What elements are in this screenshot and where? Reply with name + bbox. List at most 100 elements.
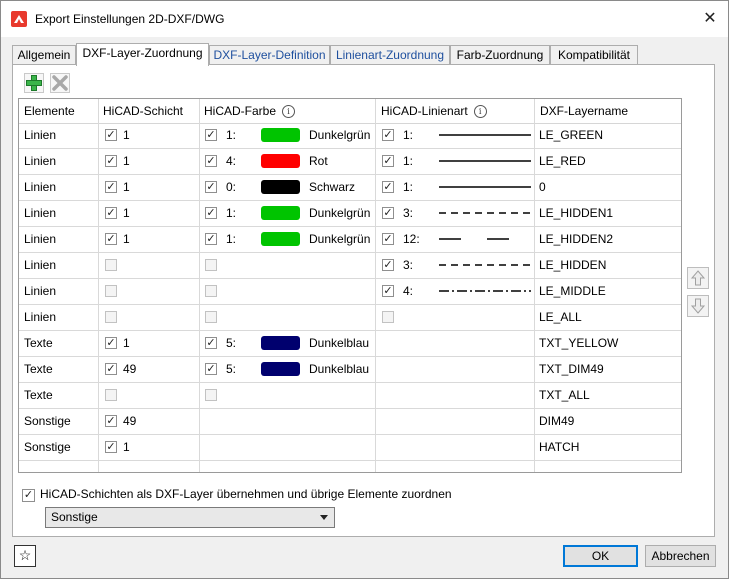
cancel-button[interactable]: Abbrechen — [645, 545, 716, 567]
table-row[interactable]: Linien ✓ 1 ✓ 1: Dunkelgrün ✓ 1: LE_GREEN — [19, 123, 681, 149]
header-hicad-linienart[interactable]: HiCAD-Linienart i — [376, 99, 487, 123]
linetype-checkbox[interactable]: ✓ — [382, 259, 394, 271]
linetype-number: 3: — [403, 258, 414, 272]
element-assignment-select[interactable]: Sonstige — [45, 507, 335, 528]
table-row[interactable]: Linien ✓ 1 ✓ 1: Dunkelgrün ✓ 12: LE_HIDDEN2 — [19, 227, 681, 253]
dxf-layer-name[interactable]: TXT_DIM49 — [539, 357, 604, 382]
header-elemente[interactable]: Elemente — [19, 99, 75, 123]
dxf-layer-name[interactable]: 0 — [539, 175, 546, 200]
dxf-layer-name[interactable]: LE_ALL — [539, 305, 582, 330]
layer-number: 1 — [123, 206, 130, 220]
dxf-layer-name[interactable]: LE_HIDDEN — [539, 253, 606, 278]
linetype-number: 1: — [403, 180, 414, 194]
layer-checkbox[interactable]: ✓ — [105, 415, 117, 427]
add-row-button[interactable] — [24, 73, 44, 93]
header-dxf-layername[interactable]: DXF-Layername — [535, 99, 628, 123]
delete-row-button[interactable] — [50, 73, 70, 93]
linetype-preview — [439, 160, 531, 162]
layer-checkbox[interactable] — [105, 285, 117, 297]
assign-layers-label: HiCAD-Schichten als DXF-Layer übernehmen… — [40, 487, 452, 501]
layer-checkbox[interactable]: ✓ — [105, 207, 117, 219]
color-name: Dunkelgrün — [309, 232, 371, 246]
dxf-layer-name[interactable]: LE_GREEN — [539, 123, 603, 148]
color-checkbox[interactable]: ✓ — [205, 233, 217, 245]
layer-checkbox[interactable] — [105, 389, 117, 401]
layer-checkbox[interactable]: ✓ — [105, 129, 117, 141]
close-icon[interactable]: ✕ — [699, 9, 721, 31]
tab-dxf-layer-zuordnung[interactable]: DXF-Layer-Zuordnung — [76, 43, 209, 66]
linetype-checkbox[interactable]: ✓ — [382, 181, 394, 193]
tab-linienart-zuordnung[interactable]: Linienart-Zuordnung — [330, 45, 450, 64]
linetype-checkbox[interactable]: ✓ — [382, 129, 394, 141]
dxf-layer-name[interactable]: LE_HIDDEN1 — [539, 201, 613, 226]
color-checkbox[interactable]: ✓ — [205, 337, 217, 349]
table-row[interactable]: Sonstige ✓ 49 DIM49 — [19, 409, 681, 435]
layer-checkbox[interactable] — [105, 311, 117, 323]
color-checkbox[interactable]: ✓ — [205, 129, 217, 141]
element-type-cell: Linien — [24, 310, 57, 324]
dxf-layer-name[interactable]: LE_RED — [539, 149, 586, 174]
move-up-button[interactable] — [687, 267, 709, 289]
layer-checkbox[interactable]: ✓ — [105, 363, 117, 375]
color-number: 5: — [226, 336, 237, 350]
dxf-layer-name[interactable]: DIM49 — [539, 409, 574, 434]
dxf-layer-name[interactable]: HATCH — [539, 435, 579, 460]
header-hicad-farbe[interactable]: HiCAD-Farbe i — [199, 99, 296, 123]
table-row[interactable]: Linien LE_ALL — [19, 305, 681, 331]
tab-dxf-layer-definition[interactable]: DXF-Layer-Definition — [209, 45, 330, 64]
linetype-checkbox[interactable] — [382, 311, 394, 323]
color-checkbox[interactable] — [205, 259, 217, 271]
info-icon[interactable]: i — [473, 105, 487, 119]
color-number: 0: — [226, 180, 237, 194]
linetype-checkbox[interactable]: ✓ — [382, 285, 394, 297]
favorites-button[interactable]: ☆ — [14, 545, 36, 567]
header-hicad-schicht[interactable]: HiCAD-Schicht — [98, 99, 183, 123]
table-row[interactable]: Linien ✓ 1 ✓ 0: Schwarz ✓ 1: 0 — [19, 175, 681, 201]
table-row[interactable]: Linien ✓ 1 ✓ 4: Rot ✓ 1: LE_RED — [19, 149, 681, 175]
table-row[interactable]: Texte ✓ 1 ✓ 5: Dunkelblau TXT_YELLOW — [19, 331, 681, 357]
layer-checkbox[interactable]: ✓ — [105, 233, 117, 245]
table-row[interactable]: Sonstige ✓ 1 HATCH — [19, 435, 681, 461]
linetype-checkbox[interactable]: ✓ — [382, 155, 394, 167]
layer-checkbox[interactable]: ✓ — [105, 181, 117, 193]
table-row[interactable]: Linien ✓ 4: LE_MIDDLE — [19, 279, 681, 305]
color-checkbox[interactable] — [205, 311, 217, 323]
tab-allgemein[interactable]: Allgemein — [12, 45, 76, 64]
color-swatch — [261, 232, 300, 246]
layer-checkbox[interactable]: ✓ — [105, 155, 117, 167]
title-bar: Export Einstellungen 2D-DXF/DWG ✕ — [1, 1, 728, 37]
layer-checkbox[interactable] — [105, 259, 117, 271]
color-checkbox[interactable]: ✓ — [205, 363, 217, 375]
color-name: Dunkelgrün — [309, 206, 371, 220]
dxf-layer-name[interactable]: TXT_YELLOW — [539, 331, 618, 356]
layer-checkbox[interactable]: ✓ — [105, 441, 117, 453]
ok-button[interactable]: OK — [563, 545, 638, 567]
color-checkbox[interactable]: ✓ — [205, 207, 217, 219]
color-checkbox[interactable]: ✓ — [205, 181, 217, 193]
color-swatch — [261, 206, 300, 220]
plus-icon — [26, 75, 42, 91]
element-type-cell: Texte — [24, 362, 53, 376]
color-swatch — [261, 336, 300, 350]
star-icon: ☆ — [18, 547, 32, 563]
linetype-checkbox[interactable]: ✓ — [382, 207, 394, 219]
tab-farb-zuordnung[interactable]: Farb-Zuordnung — [450, 45, 550, 64]
tab-kompatibilitaet[interactable]: Kompatibilität — [550, 45, 638, 64]
dxf-layer-name[interactable]: LE_HIDDEN2 — [539, 227, 613, 252]
info-icon[interactable]: i — [282, 105, 296, 119]
dxf-layer-name[interactable]: TXT_ALL — [539, 383, 590, 408]
color-checkbox[interactable]: ✓ — [205, 155, 217, 167]
table-row[interactable]: Linien ✓ 3: LE_HIDDEN — [19, 253, 681, 279]
color-checkbox[interactable] — [205, 285, 217, 297]
linetype-checkbox[interactable]: ✓ — [382, 233, 394, 245]
table-row[interactable]: Texte ✓ 49 ✓ 5: Dunkelblau TXT_DIM49 — [19, 357, 681, 383]
color-name: Rot — [309, 154, 328, 168]
dxf-layer-name[interactable]: LE_MIDDLE — [539, 279, 606, 304]
layer-checkbox[interactable]: ✓ — [105, 337, 117, 349]
color-checkbox[interactable] — [205, 389, 217, 401]
assign-layers-checkbox[interactable]: ✓ — [22, 489, 35, 502]
table-row[interactable]: Texte TXT_ALL — [19, 383, 681, 409]
color-number: 1: — [226, 128, 237, 142]
table-row[interactable]: Linien ✓ 1 ✓ 1: Dunkelgrün ✓ 3: LE_HIDDEN1 — [19, 201, 681, 227]
move-down-button[interactable] — [687, 295, 709, 317]
